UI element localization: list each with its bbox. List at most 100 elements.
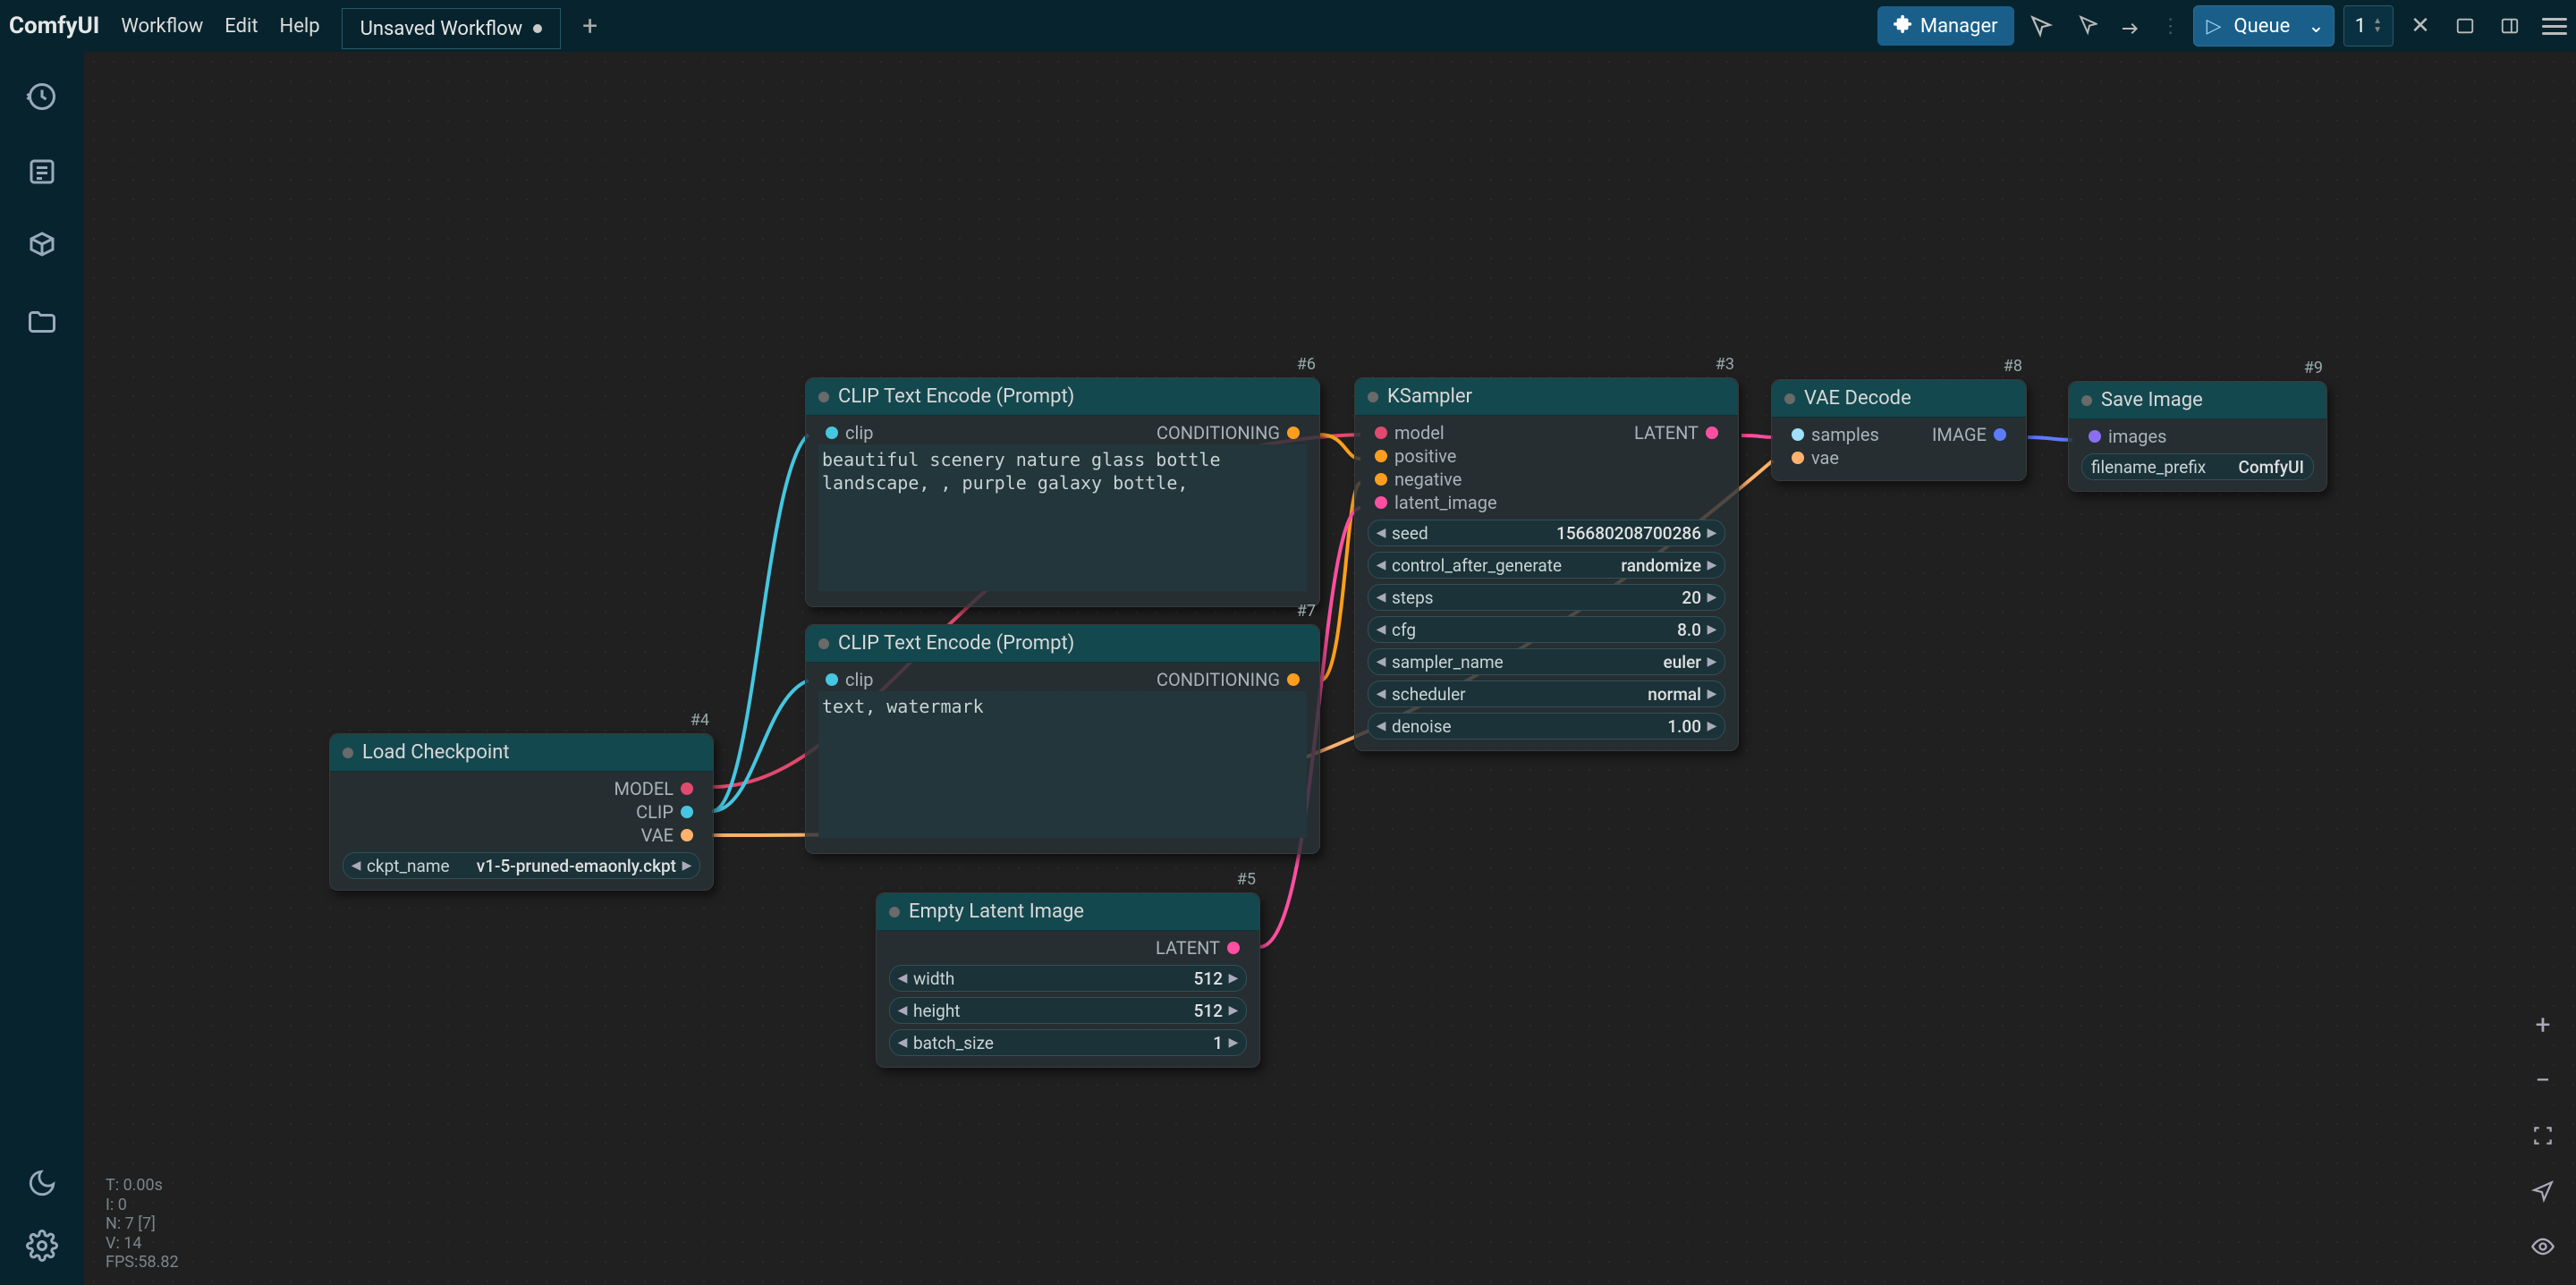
node-load-checkpoint[interactable]: #4 Load Checkpoint MODEL CLIP VAE ◀ckpt_… (329, 733, 714, 891)
batch-count-input[interactable]: 1 ▲▼ (2343, 5, 2394, 46)
height-widget[interactable]: ◀height512▶ (889, 997, 1247, 1024)
node-library-icon[interactable] (24, 229, 60, 265)
negative-prompt-input[interactable] (818, 691, 1307, 838)
out-model: MODEL (614, 778, 674, 799)
port-model-in[interactable] (1375, 427, 1387, 439)
queue-label: Queue (2234, 15, 2300, 38)
port-image-out[interactable] (1994, 428, 2006, 441)
node-id: #4 (691, 711, 709, 730)
node-title: VAE Decode (1804, 387, 1911, 410)
zoom-out-button[interactable]: − (2522, 1060, 2563, 1101)
edge-overlay (84, 52, 2576, 1285)
filename-prefix-widget[interactable]: filename_prefixComfyUI (2081, 453, 2314, 480)
canvas-tools: + − (2522, 1004, 2563, 1267)
node-title: KSampler (1387, 385, 1472, 408)
port-negative-in[interactable] (1375, 473, 1387, 486)
denoise-widget[interactable]: ◀denoise1.00▶ (1368, 713, 1725, 740)
port-conditioning-out[interactable] (1287, 673, 1300, 686)
port-samples-in[interactable] (1792, 428, 1804, 441)
locate-button[interactable] (2522, 1171, 2563, 1212)
stat-fps: FPS:58.82 (106, 1253, 179, 1272)
positive-prompt-input[interactable] (818, 444, 1307, 591)
menu-help[interactable]: Help (280, 15, 320, 38)
fit-view-button[interactable] (2522, 1115, 2563, 1156)
port-clip-out[interactable] (681, 806, 693, 818)
node-clip-encode-positive[interactable]: #6 CLIP Text Encode (Prompt) clip CONDIT… (805, 377, 1320, 607)
node-clip-encode-negative[interactable]: #7 CLIP Text Encode (Prompt) clip CONDIT… (805, 624, 1320, 854)
node-id: #9 (2304, 359, 2323, 377)
folder-icon[interactable] (24, 304, 60, 340)
toggle-visibility-button[interactable] (2522, 1226, 2563, 1267)
theme-toggle-icon[interactable] (24, 1165, 60, 1201)
port-clip-in[interactable] (826, 427, 838, 439)
batch-count-value: 1 (2355, 15, 2366, 38)
stat-v: V: 14 (106, 1234, 179, 1254)
menu-edit[interactable]: Edit (225, 15, 258, 38)
port-vae-in[interactable] (1792, 452, 1804, 464)
manager-button[interactable]: Manager (1877, 6, 2014, 46)
queue-list-icon[interactable] (24, 154, 60, 190)
out-clip: CLIP (636, 801, 674, 823)
width-widget[interactable]: ◀width512▶ (889, 965, 1247, 992)
batch-size-widget[interactable]: ◀batch_size1▶ (889, 1029, 1247, 1056)
port-vae-out[interactable] (681, 829, 693, 841)
zoom-in-button[interactable]: + (2522, 1004, 2563, 1045)
port-images-in[interactable] (2089, 430, 2101, 443)
node-empty-latent[interactable]: #5 Empty Latent Image LATENT ◀width512▶ … (876, 892, 1260, 1068)
node-id: #7 (1297, 602, 1316, 621)
port-latent-in[interactable] (1375, 496, 1387, 509)
left-sidebar (0, 52, 84, 1285)
close-button[interactable]: ✕ (2402, 8, 2438, 44)
queue-dropdown-icon[interactable]: ⌄ (2299, 15, 2333, 38)
add-tab-button[interactable]: + (582, 11, 597, 42)
queue-button[interactable]: ▷ Queue ⌄ (2193, 5, 2334, 46)
node-canvas[interactable]: #4 Load Checkpoint MODEL CLIP VAE ◀ckpt_… (84, 52, 2576, 1285)
menu-workflow[interactable]: Workflow (121, 15, 203, 38)
port-latent-out[interactable] (1706, 427, 1718, 439)
seed-widget[interactable]: ◀seed156680208700286▶ (1368, 520, 1725, 546)
out-vae: VAE (641, 824, 674, 846)
cfg-widget[interactable]: ◀cfg8.0▶ (1368, 616, 1725, 643)
node-id: #3 (1716, 355, 1734, 374)
node-title: Empty Latent Image (909, 900, 1084, 923)
panel-toggle-2[interactable] (2492, 8, 2528, 44)
sampler-name-widget[interactable]: ◀sampler_nameeuler▶ (1368, 648, 1725, 675)
node-id: #8 (2004, 357, 2022, 376)
settings-icon[interactable] (24, 1228, 60, 1264)
unsaved-indicator-icon (533, 24, 542, 33)
node-ksampler[interactable]: #3 KSampler model positive negative late… (1354, 377, 1739, 751)
stat-n: N: 7 [7] (106, 1214, 179, 1234)
nav-icon-2[interactable] (2068, 8, 2104, 44)
control-after-generate-widget[interactable]: ◀control_after_generaterandomize▶ (1368, 552, 1725, 579)
port-positive-in[interactable] (1375, 450, 1387, 462)
node-title: Save Image (2101, 389, 2203, 411)
top-menu-bar: ComfyUI Workflow Edit Help Unsaved Workf… (0, 0, 2576, 52)
app-logo: ComfyUI (9, 13, 99, 39)
scheduler-widget[interactable]: ◀schedulernormal▶ (1368, 681, 1725, 707)
reset-view-button[interactable] (2023, 8, 2059, 44)
share-button[interactable] (2113, 8, 2148, 44)
ckpt-name-widget[interactable]: ◀ckpt_name v1-5-pruned-emaonly.ckpt▶ (343, 852, 700, 879)
port-model-out[interactable] (681, 782, 693, 795)
node-save-image[interactable]: #9 Save Image images filename_prefixComf… (2068, 381, 2327, 492)
node-title: CLIP Text Encode (Prompt) (838, 632, 1074, 655)
steps-widget[interactable]: ◀steps20▶ (1368, 584, 1725, 611)
node-title: Load Checkpoint (362, 741, 510, 764)
node-id: #6 (1297, 355, 1316, 374)
node-title: CLIP Text Encode (Prompt) (838, 385, 1074, 408)
puzzle-icon (1894, 13, 1913, 38)
port-conditioning-out[interactable] (1287, 427, 1300, 439)
history-icon[interactable] (24, 79, 60, 114)
stat-time: T: 0.00s (106, 1176, 179, 1196)
port-clip-in[interactable] (826, 673, 838, 686)
workflow-tab[interactable]: Unsaved Workflow (342, 8, 562, 49)
panel-toggle-1[interactable] (2447, 8, 2483, 44)
canvas-stats: T: 0.00s I: 0 N: 7 [7] V: 14 FPS:58.82 (106, 1176, 179, 1272)
port-latent-out[interactable] (1227, 942, 1240, 954)
hamburger-menu[interactable] (2542, 18, 2567, 35)
stepper-arrows-icon[interactable]: ▲▼ (2373, 17, 2382, 35)
play-icon: ▷ (2194, 15, 2234, 38)
manager-label: Manager (1920, 15, 1998, 38)
workflow-tab-title: Unsaved Workflow (360, 18, 523, 40)
node-vae-decode[interactable]: #8 VAE Decode samples vae IMAGE (1771, 379, 2027, 481)
